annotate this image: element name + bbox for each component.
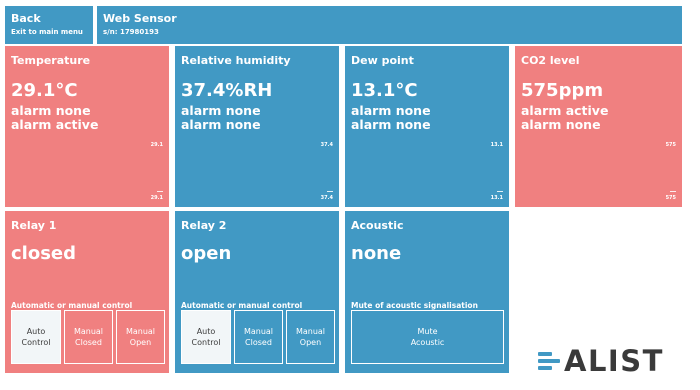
tile-title: Dew point bbox=[351, 54, 414, 67]
tile-title: Relay 2 bbox=[181, 219, 227, 232]
tile-dew-point: Dew point 13.1°C alarm none alarm none 1… bbox=[345, 46, 509, 207]
button-line-1: Auto bbox=[26, 327, 46, 336]
button-line-2: Control bbox=[191, 338, 221, 347]
control-label: Automatic or manual control bbox=[11, 301, 133, 310]
back-label: Back bbox=[11, 12, 41, 25]
button-line-1: Manual bbox=[73, 327, 104, 336]
button-line-2: Closed bbox=[245, 338, 272, 347]
button-line-1: Manual bbox=[125, 327, 156, 336]
manual-open-button[interactable]: Manual Open bbox=[286, 310, 335, 364]
tile-title: Acoustic bbox=[351, 219, 404, 232]
button-line-2: Open bbox=[129, 338, 152, 347]
company-logo: ALIST bbox=[538, 346, 664, 376]
small-value-bottom: 37.4 bbox=[320, 195, 333, 201]
device-title: Web Sensor bbox=[103, 12, 177, 25]
serial-number: s/n: 17980193 bbox=[103, 28, 159, 36]
control-label: Mute of acoustic signalisation bbox=[351, 301, 478, 310]
relay-state: open bbox=[181, 243, 232, 264]
manual-closed-button[interactable]: Manual Closed bbox=[64, 310, 113, 364]
tile-co2-level: CO2 level 575ppm alarm active alarm none… bbox=[515, 46, 682, 207]
button-line-1: Mute bbox=[417, 327, 438, 336]
control-label: Automatic or manual control bbox=[181, 301, 303, 310]
button-line-2: Acoustic bbox=[410, 338, 445, 347]
alarm-status-1: alarm none bbox=[351, 103, 431, 118]
manual-open-button[interactable]: Manual Open bbox=[116, 310, 165, 364]
comet-logo-icon bbox=[538, 346, 570, 376]
relay-state: closed bbox=[11, 243, 77, 264]
device-header: Web Sensor s/n: 17980193 bbox=[97, 6, 682, 44]
button-line-1: Auto bbox=[196, 327, 216, 336]
alarm-status-2: alarm active bbox=[11, 117, 99, 132]
tile-value: 37.4%RH bbox=[181, 80, 273, 101]
alarm-status-1: alarm none bbox=[181, 103, 261, 118]
tile-value: 29.1°C bbox=[11, 80, 78, 101]
acoustic-state: none bbox=[351, 243, 402, 264]
tile-acoustic: Acoustic none Mute of acoustic signalisa… bbox=[345, 211, 509, 373]
tile-relative-humidity: Relative humidity 37.4%RH alarm none ala… bbox=[175, 46, 339, 207]
tile-relay-1: Relay 1 closed Automatic or manual contr… bbox=[5, 211, 169, 373]
tile-title: Relative humidity bbox=[181, 54, 291, 67]
tile-value: 13.1°C bbox=[351, 80, 418, 101]
small-value-top: 13.1 bbox=[490, 142, 503, 148]
small-value-bottom: 575 bbox=[665, 195, 676, 201]
mute-acoustic-button[interactable]: Mute Acoustic bbox=[351, 310, 504, 364]
tile-relay-2: Relay 2 open Automatic or manual control… bbox=[175, 211, 339, 373]
small-divider bbox=[157, 191, 163, 192]
alarm-status-2: alarm none bbox=[521, 117, 601, 132]
manual-closed-button[interactable]: Manual Closed bbox=[234, 310, 283, 364]
small-divider bbox=[670, 191, 676, 192]
alarm-status-2: alarm none bbox=[351, 117, 431, 132]
button-line-1: Manual bbox=[295, 327, 326, 336]
small-divider bbox=[497, 191, 503, 192]
button-line-2: Closed bbox=[75, 338, 102, 347]
small-value-bottom: 29.1 bbox=[150, 195, 163, 201]
small-value-top: 37.4 bbox=[320, 142, 333, 148]
tile-temperature: Temperature 29.1°C alarm none alarm acti… bbox=[5, 46, 169, 207]
button-line-2: Control bbox=[21, 338, 51, 347]
small-value-bottom: 13.1 bbox=[490, 195, 503, 201]
alarm-status-1: alarm none bbox=[11, 103, 91, 118]
logo-text: ALIST bbox=[564, 344, 664, 378]
back-button[interactable]: Back Exit to main menu bbox=[5, 6, 93, 44]
button-line-2: Open bbox=[299, 338, 322, 347]
tile-title: CO2 level bbox=[521, 54, 580, 67]
auto-control-button[interactable]: Auto Control bbox=[11, 310, 61, 364]
button-line-1: Manual bbox=[243, 327, 274, 336]
alarm-status-2: alarm none bbox=[181, 117, 261, 132]
tile-title: Temperature bbox=[11, 54, 91, 67]
back-sublabel: Exit to main menu bbox=[11, 28, 83, 36]
auto-control-button[interactable]: Auto Control bbox=[181, 310, 231, 364]
small-value-top: 575 bbox=[665, 142, 676, 148]
alarm-status-1: alarm active bbox=[521, 103, 609, 118]
tile-title: Relay 1 bbox=[11, 219, 57, 232]
tile-value: 575ppm bbox=[521, 80, 604, 101]
small-value-top: 29.1 bbox=[150, 142, 163, 148]
small-divider bbox=[327, 191, 333, 192]
